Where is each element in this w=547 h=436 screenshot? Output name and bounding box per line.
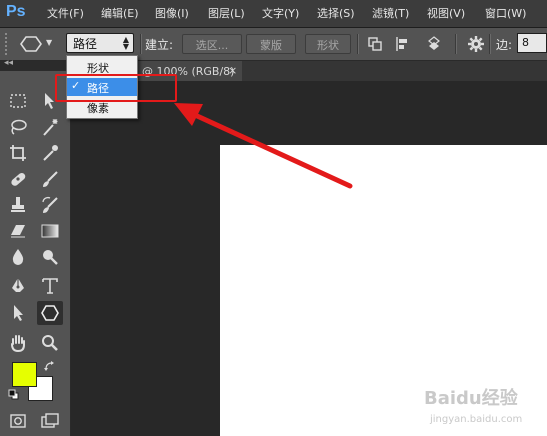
annotation-arrow-icon [174, 103, 353, 189]
svg-text:jingyan.baidu.com: jingyan.baidu.com [429, 414, 522, 425]
baidu-watermark-logo: Baidu经验 jingyan.baidu.com [424, 387, 522, 425]
svg-text:Baidu经验: Baidu经验 [424, 387, 519, 409]
